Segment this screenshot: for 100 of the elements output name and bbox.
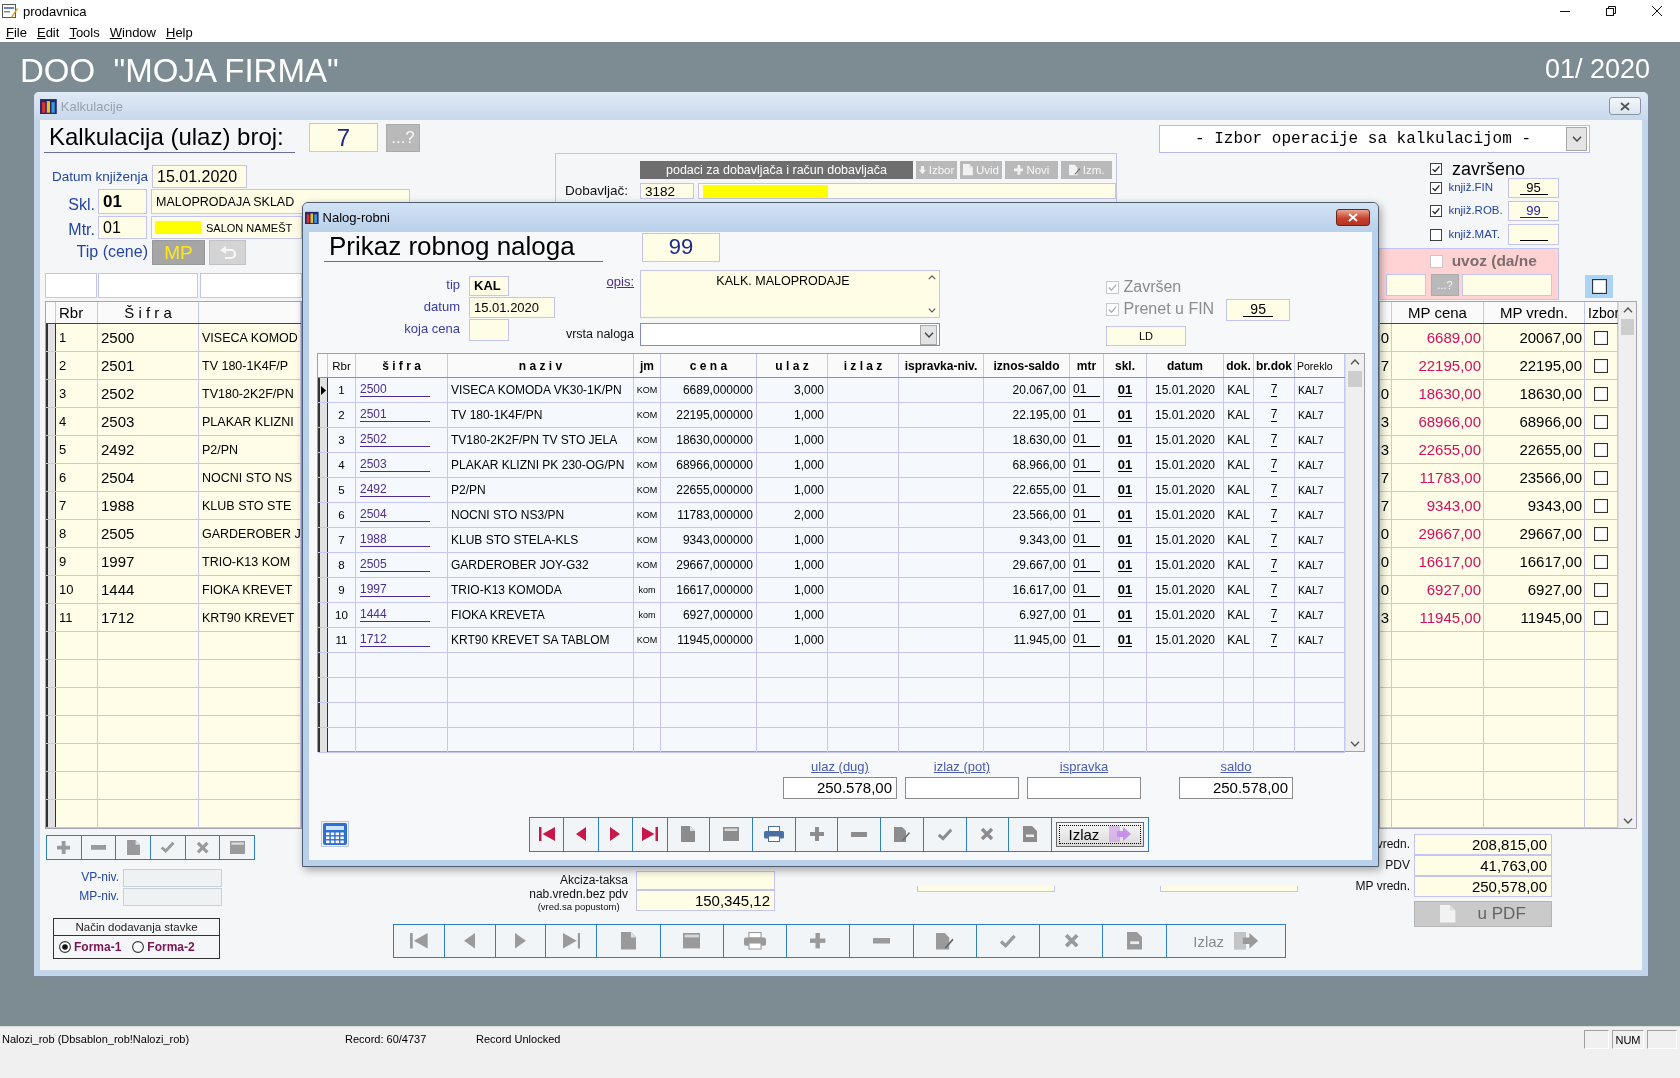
checkbox[interactable] bbox=[1594, 442, 1608, 457]
checkbox[interactable] bbox=[1594, 526, 1608, 541]
description-link[interactable]: opis: bbox=[606, 275, 634, 290]
item-code-link[interactable]: 2500 bbox=[360, 383, 430, 397]
row-selector[interactable] bbox=[46, 408, 56, 435]
posting-number-field[interactable]: 95 bbox=[1508, 178, 1559, 198]
menu-item[interactable]: Edit bbox=[31, 23, 65, 41]
row-selector[interactable] bbox=[46, 660, 56, 687]
checkbox[interactable] bbox=[1594, 358, 1608, 373]
row-selector[interactable] bbox=[318, 478, 328, 502]
row-selector[interactable] bbox=[46, 380, 56, 407]
row-selector[interactable] bbox=[318, 578, 328, 602]
filter-field[interactable] bbox=[98, 273, 198, 298]
row-selector[interactable] bbox=[46, 436, 56, 463]
checkbox[interactable] bbox=[1430, 228, 1442, 241]
row-selector[interactable] bbox=[46, 604, 56, 631]
row-selector[interactable] bbox=[46, 688, 56, 715]
checkbox[interactable] bbox=[1594, 330, 1608, 345]
item-code-link[interactable]: 1712 bbox=[360, 633, 430, 647]
row-selector[interactable] bbox=[318, 553, 328, 577]
document-link[interactable]: 7 bbox=[1270, 458, 1278, 472]
cost-center-link[interactable]: 01 bbox=[1073, 558, 1100, 572]
filter-field[interactable] bbox=[45, 273, 97, 298]
row-selector[interactable] bbox=[318, 728, 328, 752]
level-field[interactable] bbox=[123, 888, 222, 906]
total-link[interactable]: saldo bbox=[1220, 760, 1252, 775]
cost-center-name-field[interactable]: SALON NAMEŠT bbox=[151, 216, 302, 239]
date-field[interactable]: 15.01.2020 bbox=[469, 296, 555, 318]
cost-center-link[interactable]: 01 bbox=[1073, 533, 1100, 547]
cost-center-link[interactable]: 01 bbox=[1073, 408, 1100, 422]
cost-center-code-field[interactable]: 01 bbox=[98, 216, 147, 239]
dropdown-button[interactable] bbox=[920, 324, 937, 345]
radio-button[interactable] bbox=[59, 941, 71, 953]
excise-field[interactable] bbox=[636, 871, 775, 890]
warehouse-link[interactable]: 01 bbox=[1117, 383, 1133, 397]
row-selector[interactable] bbox=[46, 464, 56, 491]
checkbox[interactable] bbox=[1430, 182, 1442, 194]
cost-center-link[interactable]: 01 bbox=[1073, 608, 1100, 622]
row-selector[interactable] bbox=[46, 352, 56, 379]
menu-item[interactable]: File bbox=[1, 23, 32, 41]
radio-button[interactable] bbox=[132, 941, 145, 953]
checkbox[interactable] bbox=[1430, 163, 1442, 175]
warehouse-link[interactable]: 01 bbox=[1117, 483, 1133, 497]
warehouse-link[interactable]: 01 bbox=[1117, 633, 1133, 647]
posting-number-field[interactable]: 99 bbox=[1508, 201, 1559, 221]
item-code-link[interactable]: 2504 bbox=[360, 508, 430, 522]
checkbox[interactable] bbox=[1594, 414, 1608, 429]
checkbox[interactable] bbox=[1594, 610, 1608, 625]
cost-center-link[interactable]: 01 bbox=[1073, 383, 1100, 397]
document-link[interactable]: 7 bbox=[1270, 433, 1278, 447]
scrollbar-thumb[interactable] bbox=[1621, 319, 1634, 335]
close-button[interactable] bbox=[1609, 97, 1641, 115]
menu-item[interactable]: Help bbox=[161, 23, 198, 41]
row-selector[interactable] bbox=[318, 403, 328, 427]
type-field[interactable]: KAL bbox=[469, 275, 509, 296]
warehouse-link[interactable]: 01 bbox=[1117, 458, 1133, 472]
supplier-name-field[interactable] bbox=[698, 183, 1116, 199]
checkbox[interactable] bbox=[1594, 470, 1608, 485]
total-link[interactable]: ulaz (dug) bbox=[811, 760, 869, 775]
row-selector[interactable] bbox=[46, 324, 56, 351]
row-selector[interactable] bbox=[318, 503, 328, 527]
row-selector[interactable] bbox=[318, 603, 328, 627]
row-selector[interactable] bbox=[318, 703, 328, 727]
posting-number-field[interactable] bbox=[1508, 224, 1559, 245]
filter-field[interactable] bbox=[200, 273, 302, 298]
warehouse-link[interactable]: 01 bbox=[1117, 608, 1133, 622]
checkbox[interactable] bbox=[1430, 205, 1442, 217]
row-selector[interactable] bbox=[46, 576, 56, 603]
checkbox[interactable] bbox=[1594, 498, 1608, 513]
price-field[interactable] bbox=[469, 318, 509, 341]
net-value-field[interactable]: 150,345,12 bbox=[636, 890, 775, 911]
row-selector[interactable] bbox=[318, 628, 328, 652]
cost-center-link[interactable]: 01 bbox=[1073, 458, 1100, 472]
operation-select[interactable]: - Izbor operacije sa kalkulacijom - bbox=[1159, 125, 1590, 153]
document-link[interactable]: 7 bbox=[1270, 608, 1278, 622]
row-selector[interactable] bbox=[46, 744, 56, 771]
document-link[interactable]: 7 bbox=[1270, 583, 1278, 597]
warehouse-link[interactable]: 01 bbox=[1117, 433, 1133, 447]
item-code-link[interactable]: 1444 bbox=[360, 608, 430, 622]
document-link[interactable]: 7 bbox=[1270, 558, 1278, 572]
warehouse-link[interactable]: 01 bbox=[1117, 533, 1133, 547]
row-selector[interactable] bbox=[46, 716, 56, 743]
description-field[interactable]: KALK. MALOPRODAJE bbox=[640, 270, 940, 318]
calculator-button[interactable] bbox=[321, 821, 349, 848]
row-selector[interactable] bbox=[46, 548, 56, 575]
document-link[interactable]: 7 bbox=[1270, 633, 1278, 647]
date-field[interactable]: 15.01.2020 bbox=[152, 165, 247, 188]
checkbox[interactable] bbox=[1591, 279, 1607, 294]
row-selector[interactable] bbox=[46, 632, 56, 659]
checkbox[interactable] bbox=[1594, 582, 1608, 597]
row-selector[interactable] bbox=[318, 428, 328, 452]
cost-center-link[interactable]: 01 bbox=[1073, 508, 1100, 522]
checkbox[interactable] bbox=[1594, 386, 1608, 401]
document-link[interactable]: 7 bbox=[1270, 483, 1278, 497]
item-code-link[interactable]: 2492 bbox=[360, 483, 430, 497]
item-code-link[interactable]: 2505 bbox=[360, 558, 430, 572]
warehouse-link[interactable]: 01 bbox=[1117, 508, 1133, 522]
row-selector[interactable] bbox=[318, 453, 328, 477]
import-field[interactable] bbox=[1386, 274, 1426, 296]
menu-item[interactable]: Window bbox=[104, 23, 161, 41]
